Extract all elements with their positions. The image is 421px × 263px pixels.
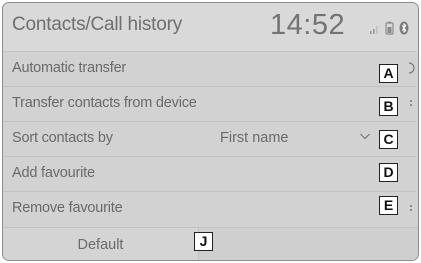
clock: 14:52 <box>270 9 346 41</box>
callout-label-j: J <box>194 232 213 251</box>
callout-label-e: E <box>379 196 398 215</box>
more-dots-icon <box>410 205 412 211</box>
page-title: Contacts/Call history <box>12 14 183 35</box>
callout-label-b: B <box>379 97 398 116</box>
sort-contacts-value: First name <box>220 130 289 146</box>
bluetooth-icon <box>399 21 409 35</box>
add-favourite-row[interactable]: Add favourite <box>3 156 416 188</box>
chevron-down-icon[interactable] <box>359 130 371 142</box>
callout-label-d: D <box>379 163 398 182</box>
header-bar: Contacts/Call history 14:52 <box>3 3 418 51</box>
transfer-contacts-label: Transfer contacts from device <box>12 95 197 111</box>
transfer-contacts-row[interactable]: Transfer contacts from device <box>3 86 416 118</box>
footer-empty-area <box>199 227 418 260</box>
callout-label-c: C <box>379 130 398 149</box>
contacts-call-history-screen: Contacts/Call history 14:52 Automatic tr… <box>2 2 419 261</box>
signal-icon <box>370 26 378 34</box>
more-dots-icon <box>410 100 412 106</box>
default-button-label: Default <box>77 237 124 253</box>
toggle-edge-icon <box>408 62 415 74</box>
add-favourite-label: Add favourite <box>12 165 95 181</box>
sort-contacts-label: Sort contacts by <box>12 130 113 146</box>
automatic-transfer-label: Automatic transfer <box>12 60 127 76</box>
sort-contacts-row[interactable]: Sort contacts by First name <box>3 121 416 153</box>
battery-icon <box>385 21 394 35</box>
remove-favourite-label: Remove favourite <box>12 200 123 216</box>
default-button[interactable]: Default <box>3 227 199 260</box>
callout-label-a: A <box>379 64 398 83</box>
remove-favourite-row[interactable]: Remove favourite <box>3 191 416 223</box>
automatic-transfer-row[interactable]: Automatic transfer <box>3 51 416 83</box>
status-icons <box>370 21 409 35</box>
